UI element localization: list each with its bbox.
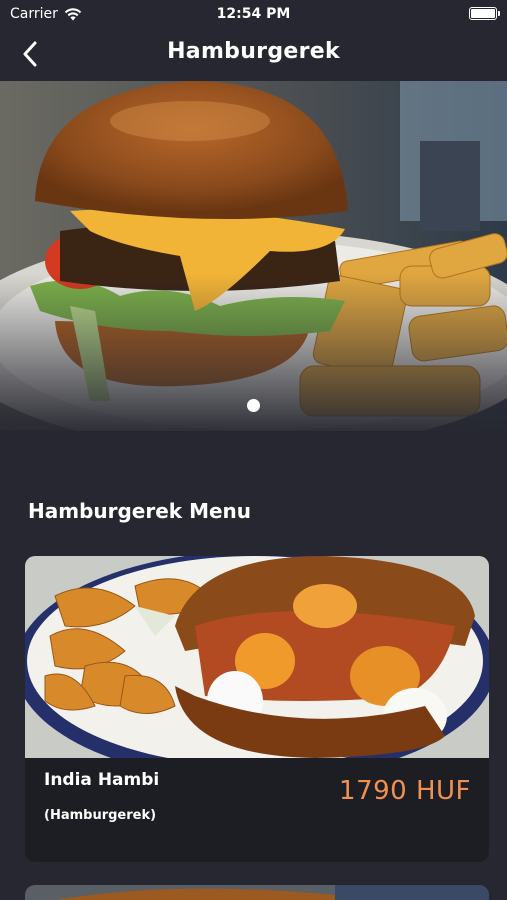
menu-item-card[interactable]: India Hambi (Hamburgerek) 1790 HUF — [25, 556, 489, 862]
clock: 12:54 PM — [216, 6, 291, 22]
menu-item-name: India Hambi — [44, 770, 160, 790]
hero-carousel[interactable] — [0, 81, 507, 431]
navigation-bar: Hamburgerek — [0, 28, 507, 80]
menu-item-card-next[interactable] — [25, 885, 489, 900]
section-title: Hamburgerek Menu — [28, 499, 252, 523]
battery-icon — [469, 7, 500, 20]
menu-item-image-next — [25, 885, 489, 900]
menu-item-category: (Hamburgerek) — [44, 808, 157, 823]
menu-item-image — [25, 556, 489, 758]
carousel-page-indicator[interactable] — [247, 399, 260, 412]
status-bar: Carrier 12:54 PM — [0, 0, 507, 28]
menu-item-price: 1790 HUF — [339, 776, 471, 806]
page-title: Hamburgerek — [167, 39, 340, 64]
hero-burger-image — [0, 81, 507, 431]
